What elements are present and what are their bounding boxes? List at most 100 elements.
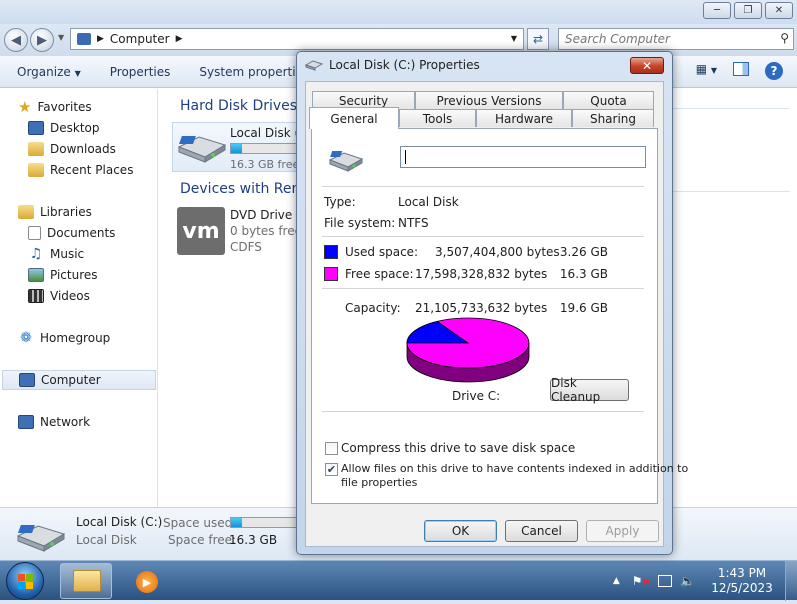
- breadcrumb-arrow-icon[interactable]: ▶: [97, 34, 104, 44]
- ok-button[interactable]: OK: [424, 520, 497, 542]
- nav-computer-label: Computer: [41, 373, 101, 387]
- volume-icon[interactable]: 🔈: [680, 574, 695, 588]
- tab-sharing[interactable]: Sharing: [572, 109, 654, 127]
- view-options-icon[interactable]: ▦ ▼: [696, 62, 717, 80]
- used-space-bytes: 3,507,404,800 bytes: [435, 245, 560, 259]
- clock[interactable]: 1:43 PM 12/5/2023: [707, 566, 777, 596]
- local-disk-usage-fill: [231, 144, 243, 153]
- maximize-button[interactable]: ❐: [734, 2, 762, 19]
- compress-drive-checkbox[interactable]: [325, 442, 338, 455]
- nav-libraries[interactable]: Libraries: [18, 202, 92, 222]
- tab-previous-versions[interactable]: Previous Versions: [415, 91, 563, 109]
- nav-music-label: Music: [50, 247, 85, 261]
- nav-network-label: Network: [40, 415, 91, 429]
- nav-pictures[interactable]: Pictures: [28, 265, 98, 285]
- computer-icon: [19, 373, 35, 387]
- tab-tools[interactable]: Tools: [399, 109, 476, 127]
- videos-icon: [28, 289, 44, 303]
- forward-arrow-icon: ▶: [37, 32, 47, 48]
- minimize-button[interactable]: ─: [703, 2, 731, 19]
- nav-computer[interactable]: Computer: [2, 370, 156, 390]
- close-icon: ✕: [774, 5, 784, 16]
- general-tab-panel: Type: Local Disk File system: NTFS Used …: [311, 128, 688, 504]
- search-placeholder: Search Computer: [565, 32, 670, 46]
- vm-logo-text: vm: [182, 218, 220, 244]
- nav-homegroup[interactable]: ❁ Homegroup: [18, 328, 110, 348]
- taskbar-explorer-button[interactable]: [60, 563, 112, 599]
- compress-drive-label[interactable]: Compress this drive to save disk space: [341, 441, 575, 455]
- chevron-down-icon: ▼: [74, 68, 81, 78]
- capacity-gb: 19.6 GB: [559, 301, 608, 315]
- address-bar[interactable]: ▶ Computer ▶ ▼: [70, 28, 524, 50]
- explorer-folder-icon: [73, 570, 101, 592]
- tab-quota[interactable]: Quota: [563, 91, 654, 109]
- properties-dialog: Local Disk (C:) Properties ✕ Security Pr…: [296, 51, 688, 555]
- tab-general[interactable]: General: [309, 107, 399, 129]
- nav-documents[interactable]: Documents: [28, 223, 115, 243]
- nav-network[interactable]: Network: [18, 412, 90, 432]
- show-hidden-icons[interactable]: ▲: [613, 576, 620, 586]
- vmware-dvd-icon[interactable]: vm: [177, 207, 225, 255]
- disk-cleanup-button[interactable]: Disk Cleanup: [550, 376, 629, 404]
- allow-indexing-checkbox[interactable]: ✔: [325, 463, 338, 476]
- dialog-body: Security Previous Versions Quota General…: [305, 81, 688, 547]
- help-icon[interactable]: ?: [765, 62, 783, 80]
- local-disk-c-item[interactable]: Local Disk (C 16.3 GB free: [172, 122, 308, 172]
- system-tray: ▲ ⚑✖ 🔈 1:43 PM 12/5/2023: [613, 561, 797, 601]
- taskbar-media-player-button[interactable]: ▶: [120, 563, 172, 599]
- allow-indexing-label-line1[interactable]: Allow files on this drive to have conten…: [341, 462, 688, 475]
- allow-indexing-label-line2[interactable]: file properties: [341, 476, 417, 489]
- clock-time: 1:43 PM: [717, 566, 767, 580]
- preview-pane-icon[interactable]: [733, 62, 749, 76]
- address-dropdown-icon[interactable]: ▼: [511, 34, 517, 43]
- nav-recent-places[interactable]: Recent Places: [28, 160, 133, 180]
- network-icon: [18, 415, 34, 429]
- drive-name-input[interactable]: [400, 146, 646, 168]
- network-tray-icon[interactable]: [658, 575, 673, 587]
- search-input[interactable]: Search Computer ⚲: [558, 28, 794, 50]
- nav-desktop[interactable]: Desktop: [28, 118, 100, 138]
- free-space-gb: 16.3 GB: [559, 267, 608, 281]
- tab-hardware[interactable]: Hardware: [476, 109, 572, 127]
- nav-favorites[interactable]: ★ Favorites: [18, 97, 92, 117]
- nav-videos-label: Videos: [50, 289, 90, 303]
- close-button[interactable]: ✕: [765, 2, 793, 19]
- local-disk-free-text: 16.3 GB free: [230, 158, 300, 171]
- start-button[interactable]: [6, 562, 44, 600]
- properties-button[interactable]: Properties: [110, 65, 171, 79]
- group-header-removable-devices[interactable]: Devices with Rem: [180, 181, 305, 197]
- apply-button[interactable]: Apply: [586, 520, 659, 542]
- breadcrumb-arrow-icon[interactable]: ▶: [176, 34, 183, 44]
- restore-icon: ❐: [743, 5, 753, 16]
- separator: [322, 186, 644, 187]
- forward-button[interactable]: ▶: [30, 28, 54, 52]
- type-value: Local Disk: [398, 195, 459, 209]
- organize-menu[interactable]: Organize ▼: [17, 65, 81, 79]
- group-header-hard-disk-drives[interactable]: Hard Disk Drives (: [180, 98, 307, 114]
- taskbar: ▶ ▲ ⚑✖ 🔈 1:43 PM 12/5/2023: [0, 560, 797, 601]
- recent-pages-chevron-icon[interactable]: ▼: [58, 33, 64, 42]
- windows-logo-icon: [18, 574, 33, 589]
- back-button[interactable]: ◀: [4, 28, 28, 52]
- dialog-close-button[interactable]: ✕: [630, 57, 664, 74]
- nav-downloads[interactable]: Downloads: [28, 139, 116, 159]
- drive-large-icon: [328, 151, 364, 172]
- refresh-button[interactable]: ⇄: [527, 28, 549, 50]
- documents-icon: [28, 226, 41, 240]
- action-center-flag-icon[interactable]: ⚑✖: [632, 574, 650, 588]
- star-icon: ★: [18, 98, 32, 116]
- nav-downloads-label: Downloads: [50, 142, 116, 156]
- cancel-button[interactable]: Cancel: [505, 520, 578, 542]
- show-desktop-button[interactable]: [785, 561, 797, 601]
- nav-music[interactable]: ♫ Music: [28, 244, 84, 264]
- separator: [322, 236, 644, 237]
- system-properties-button[interactable]: System properties: [199, 65, 309, 79]
- computer-icon: [77, 33, 91, 45]
- free-space-label: Free space:: [345, 267, 414, 281]
- music-icon: ♫: [29, 246, 43, 262]
- minimize-icon: ─: [713, 5, 721, 16]
- breadcrumb-computer[interactable]: Computer: [110, 32, 170, 46]
- homegroup-icon: ❁: [20, 330, 32, 346]
- nav-videos[interactable]: Videos: [28, 286, 90, 306]
- details-type: Local Disk: [76, 533, 137, 547]
